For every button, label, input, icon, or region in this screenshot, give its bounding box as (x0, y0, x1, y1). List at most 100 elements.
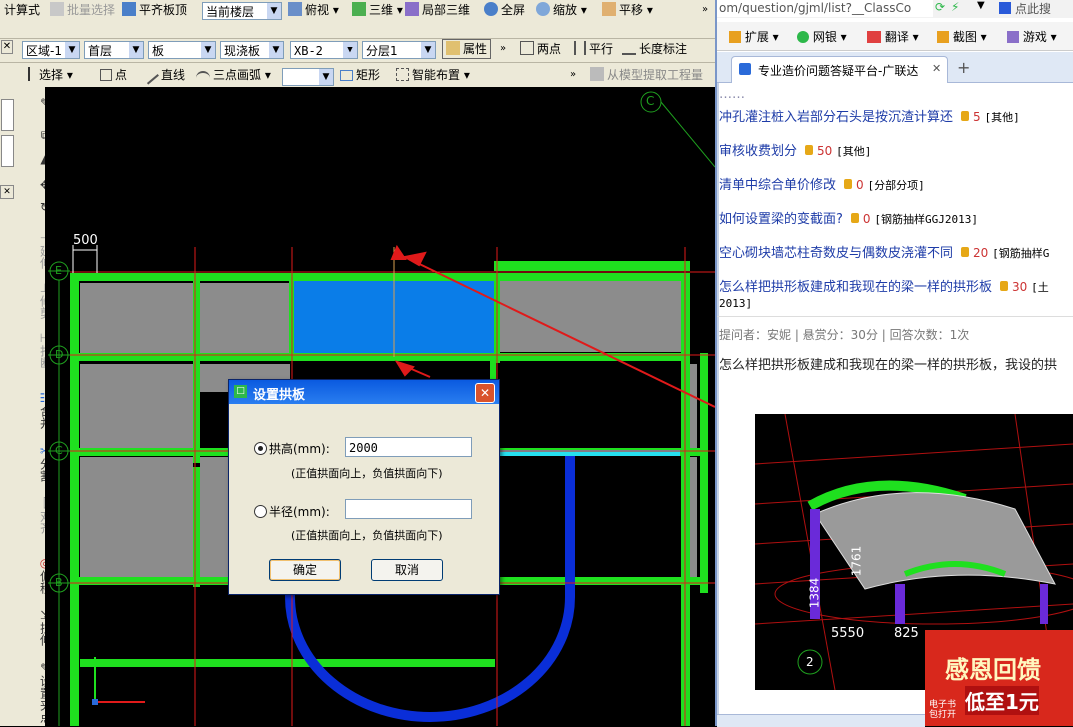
dock-panel-tab[interactable] (1, 99, 14, 131)
arch-height-hint: (正值拱面向上，负值拱面向下) (291, 467, 443, 480)
extract-icon (590, 67, 604, 81)
dock-panel-tab[interactable] (1, 135, 14, 167)
games-button[interactable]: 游戏 ▾ (1007, 28, 1057, 45)
arc-button[interactable]: 三点画弧 ▾ (196, 65, 271, 85)
select-button[interactable]: 选择 ▾ (28, 65, 73, 85)
two-points-button[interactable]: 两点 (520, 39, 561, 59)
toolbar-more-icon[interactable]: » (500, 39, 506, 59)
app-icon: □ (234, 385, 247, 398)
translate-button[interactable]: 翻译 ▾ (867, 28, 919, 45)
axis-label-b: B (55, 576, 63, 589)
question-item-partial: …… (719, 87, 745, 102)
divider (717, 316, 1073, 317)
set-arch-slab-dialog: □ 设置拱板 ✕ 拱高(mm): 2000 (正值拱面向上，负值拱面向下) 半径… (228, 379, 500, 595)
three-d-button[interactable]: 三维 ▾ (352, 0, 403, 20)
three-d-icon (352, 2, 366, 16)
question-item[interactable]: 清单中综合单价修改 0 [分部分项] (719, 174, 925, 193)
rect-icon (340, 70, 353, 81)
coin-icon (844, 179, 853, 189)
new-tab-button[interactable]: + (957, 58, 970, 77)
arch-height-label: 拱高(mm): (269, 442, 330, 456)
parallel-button[interactable]: 平行 (574, 39, 613, 59)
question-item[interactable]: 如何设置梁的变截面? 0 [钢筋抽样GGJ2013] (719, 208, 978, 227)
smart-layout-button[interactable]: 智能布置 ▾ (396, 65, 470, 85)
cancel-button[interactable]: 取消 (371, 559, 443, 581)
category-select[interactable]: 板 ▼ (148, 41, 216, 59)
region-select[interactable]: 区域-1 ▼ (22, 41, 80, 59)
tab-close-icon[interactable]: ✕ (932, 62, 941, 75)
zoom-button[interactable]: 缩放 ▾ (536, 0, 587, 20)
ok-button[interactable]: 确定 (269, 559, 341, 581)
rect-button[interactable]: 矩形 (340, 65, 380, 85)
properties-icon (446, 41, 460, 55)
partial-3d-icon (405, 2, 419, 16)
properties-button[interactable]: 属性 (442, 39, 492, 59)
ad-banner[interactable]: 感恩回馈 低至1元 电子书 包打开 (925, 630, 1073, 726)
layer-select[interactable]: 分层1 ▼ (362, 41, 436, 59)
current-floor-select[interactable]: 当前楼层 ▼ (202, 2, 282, 20)
radius-input[interactable] (345, 499, 472, 519)
arch-height-input[interactable]: 2000 (345, 437, 472, 457)
extensions-button[interactable]: 扩展 ▾ (729, 28, 779, 45)
flush-board-button[interactable]: 平齐板顶 (122, 0, 187, 20)
smart-layout-icon (396, 68, 409, 81)
zoom-icon (536, 2, 550, 16)
tab-active[interactable]: 专业造价问题答疑平台-广联达 ✕ (731, 56, 948, 83)
chevron-down-icon: ▼ (269, 42, 283, 58)
length-label-button[interactable]: 长度标注 (622, 39, 687, 59)
question-item[interactable]: 冲孔灌注桩入岩部分石头是按沉渣计算还 5 [其他] (719, 106, 1020, 125)
dialog-title: 设置拱板 (253, 388, 306, 403)
search-engine-icon[interactable] (999, 2, 1011, 14)
ad-badge: 电子书 包打开 (929, 700, 957, 720)
dialog-close-button[interactable]: ✕ (475, 383, 495, 403)
cad-toolbar-row3: 选择 ▾ 点 直线 三点画弧 ▾ ▼ 矩形 智能布置 ▾ » 从模型提取工程量 (0, 63, 715, 88)
scissors-icon (937, 31, 949, 43)
line-button[interactable]: 直线 (143, 65, 185, 85)
close-icon[interactable]: ✕ (1, 40, 13, 54)
floor-select[interactable]: 首层 ▼ (84, 41, 144, 59)
arch-height-radio[interactable] (254, 442, 267, 455)
dimension-line (72, 245, 98, 273)
line-icon (143, 69, 159, 85)
extract-quantity-button[interactable]: 从模型提取工程量 (590, 65, 703, 85)
image-dim-3: 5550 (831, 626, 865, 641)
url-field[interactable]: om/question/gjml/list?__ClassCo (717, 0, 933, 17)
chevron-down-icon[interactable]: ▼ (977, 0, 985, 11)
view-button[interactable]: 俯视 ▾ (288, 0, 339, 20)
point-button[interactable]: 点 (100, 65, 127, 85)
screenshot-button[interactable]: 截图 ▾ (937, 28, 987, 45)
fullscreen-button[interactable]: 全屏 (484, 0, 525, 20)
toolbar-more-icon[interactable]: » (702, 0, 708, 20)
radius-radio[interactable] (254, 505, 267, 518)
calc-button[interactable]: 计算式 (4, 0, 40, 20)
radius-label: 半径(mm): (269, 505, 330, 519)
search-field[interactable]: 点此搜 (1015, 0, 1051, 17)
pan-button[interactable]: 平移 ▾ (602, 0, 653, 20)
refresh-icon[interactable]: ⟳ (935, 0, 945, 14)
question-item[interactable]: 空心砌块墙芯柱奇数皮与偶数皮浇灌不同 20 [钢筋抽样G (719, 242, 1049, 261)
translate-icon (867, 31, 881, 43)
arc-mode-select[interactable]: ▼ (282, 68, 334, 86)
lightning-icon[interactable]: ⚡ (951, 0, 959, 14)
tab-strip: 专业造价问题答疑平台-广联达 ✕ + (717, 52, 1073, 83)
hand-icon (602, 2, 616, 16)
cad-toolbar-row2: ✕ 区域-1 ▼ 首层 ▼ 板 ▼ 现浇板 ▼ XB-2 ▼ 分层1 ▼ 属性 » 两点 平… (0, 38, 715, 63)
type-select[interactable]: 现浇板 ▼ (220, 41, 284, 59)
chevron-down-icon: ▼ (65, 42, 79, 58)
dialog-titlebar[interactable]: □ 设置拱板 ✕ (229, 380, 499, 404)
ad-subtitle: 低至1元 (965, 686, 1039, 715)
close-icon[interactable]: ✕ (0, 185, 14, 199)
partial-3d-button[interactable]: 局部三维 (405, 0, 470, 20)
toolbar-more-icon[interactable]: » (570, 65, 576, 85)
cad-toolbar-row-blank (0, 20, 715, 39)
axis-label-d: D (55, 348, 64, 361)
coin-icon (805, 145, 814, 155)
batch-select-button[interactable]: 批量选择 (50, 0, 115, 20)
image-axis-label: 2 (806, 655, 814, 669)
name-select[interactable]: XB-2 ▼ (290, 41, 358, 59)
question-item[interactable]: 怎么样把拱形板建成和我现在的梁一样的拱形板 30 [土 (719, 276, 1049, 295)
netbank-button[interactable]: 网银 ▾ (797, 28, 847, 45)
question-body: 怎么样把拱形板建成和我现在的梁一样的拱形板，我设的拱 (719, 358, 1058, 373)
ad-title: 感恩回馈 (945, 656, 1041, 684)
question-item[interactable]: 审核收费划分 50 [其他] (719, 140, 871, 159)
